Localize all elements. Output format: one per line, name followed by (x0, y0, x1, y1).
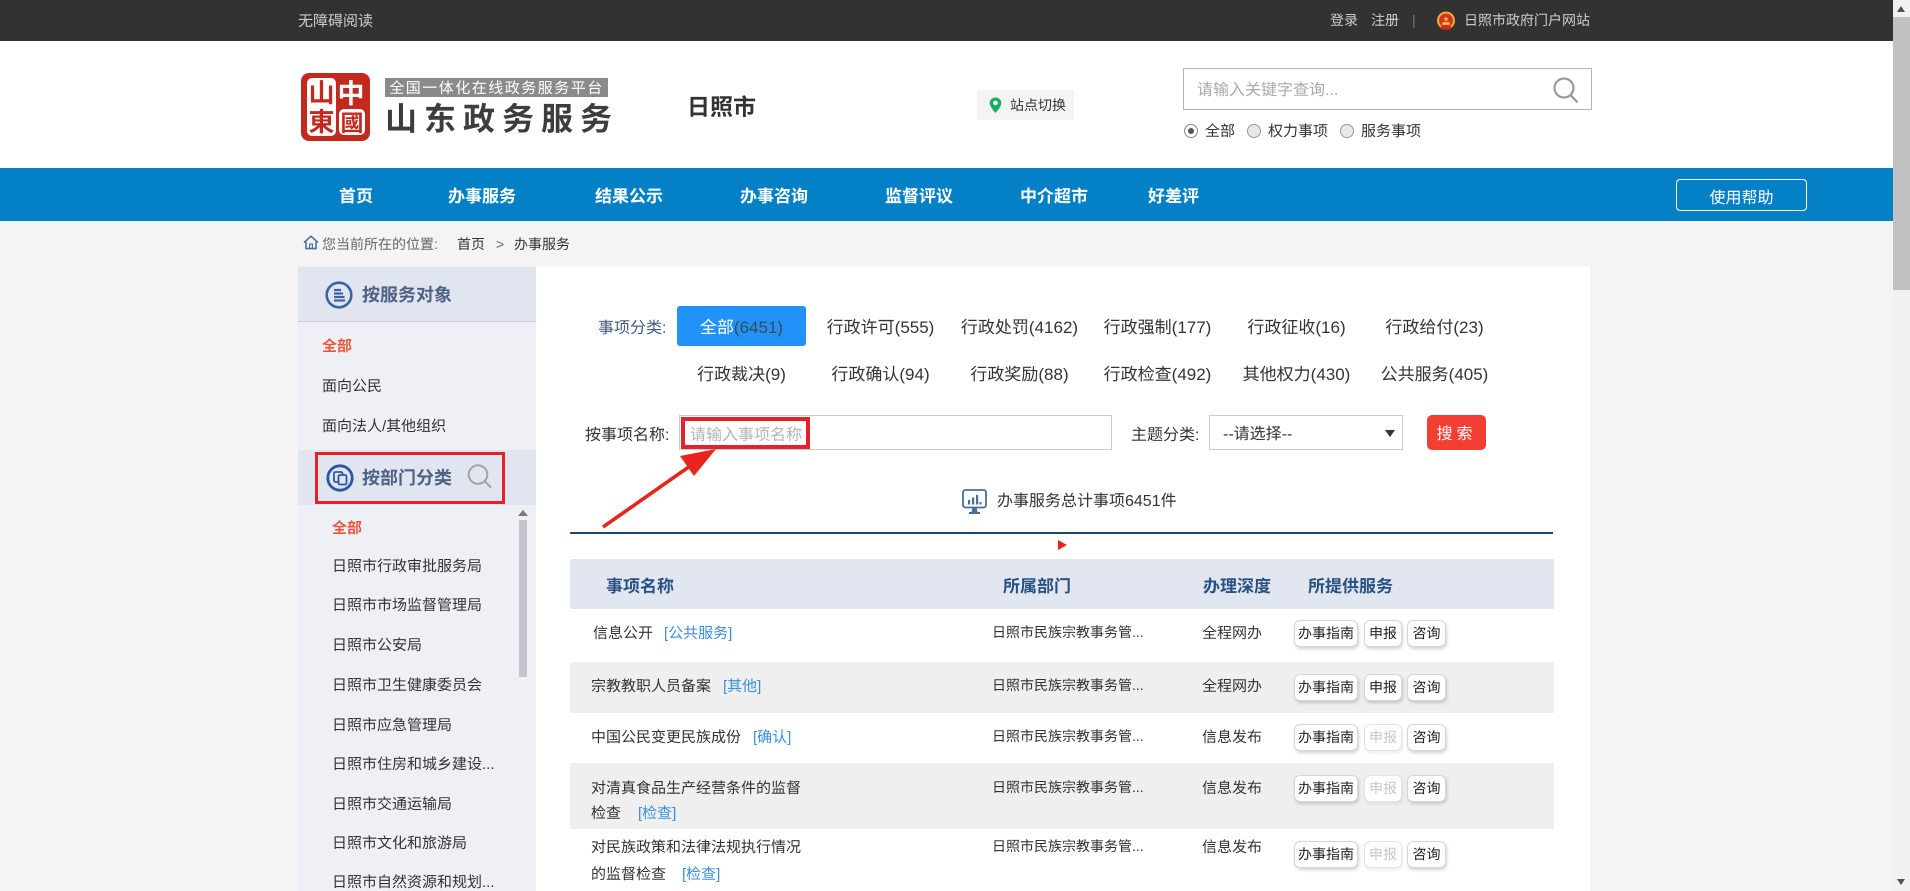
svg-text:國: 國 (341, 104, 364, 138)
svg-text:東: 東 (308, 102, 334, 139)
